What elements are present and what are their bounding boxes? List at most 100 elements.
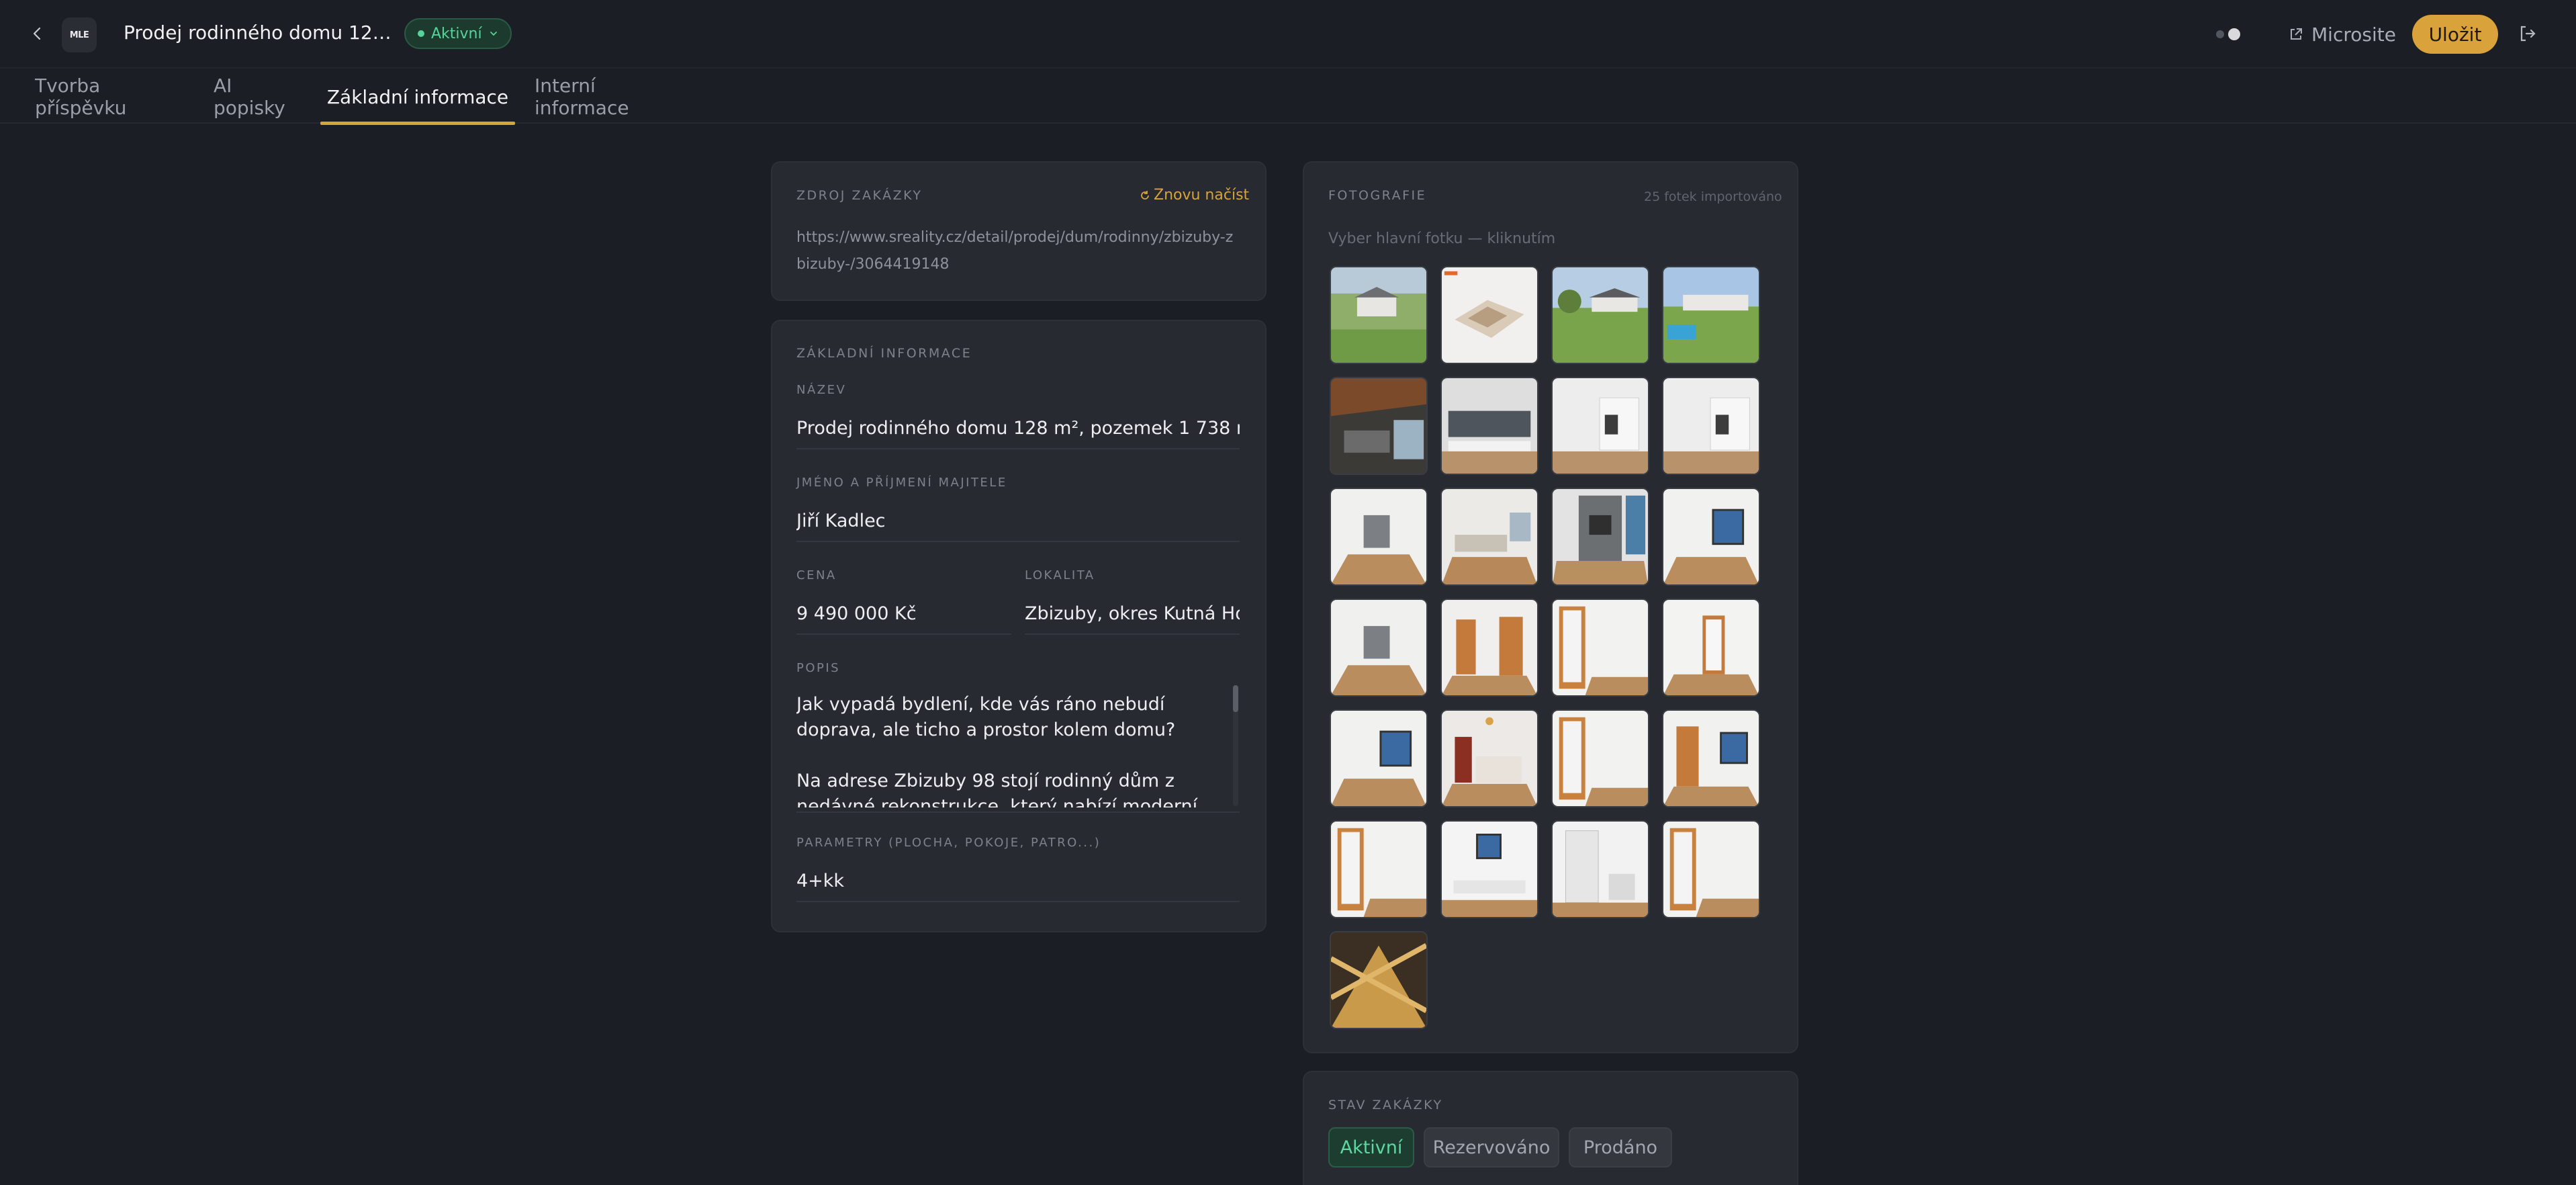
- status-option-rezervovano[interactable]: Rezervováno: [1424, 1127, 1559, 1168]
- photo-image: [1663, 267, 1759, 363]
- theme-knob-icon: [2228, 28, 2240, 40]
- photo-image: [1663, 378, 1759, 474]
- reload-label: Znovu načíst: [1154, 187, 1250, 204]
- theme-dot-icon: [2216, 30, 2224, 38]
- photo-thumbnail[interactable]: [1330, 266, 1428, 364]
- photo-image: [1442, 600, 1537, 695]
- photo-thumbnail[interactable]: [1440, 820, 1538, 918]
- photo-thumbnail[interactable]: [1330, 488, 1428, 586]
- photo-image: [1442, 489, 1537, 584]
- photo-thumbnail[interactable]: [1551, 266, 1649, 364]
- photo-image: [1663, 822, 1759, 917]
- photo-thumbnail[interactable]: [1330, 709, 1428, 807]
- photo-image: [1663, 711, 1759, 806]
- refresh-icon: [1141, 190, 1149, 200]
- microsite-button[interactable]: Microsite: [2289, 19, 2396, 50]
- page-title: Prodej rodinného domu 128 m², ...: [124, 21, 392, 44]
- tab-zakladni-informace[interactable]: Základní informace: [320, 70, 515, 125]
- locality-label: LOKALITA: [1025, 568, 1095, 582]
- status-label: Aktivní: [431, 25, 482, 42]
- basic-section-label: ZÁKLADNÍ INFORMACE: [796, 346, 972, 361]
- photo-image: [1331, 378, 1426, 474]
- params-field[interactable]: 4+kk: [796, 871, 1240, 902]
- photo-thumbnail[interactable]: [1551, 820, 1649, 918]
- photo-image: [1553, 267, 1648, 363]
- reload-button[interactable]: Znovu načíst: [1139, 187, 1249, 204]
- description-textarea[interactable]: Jak vypadá bydlení, kde vás ráno nebudí …: [796, 692, 1229, 807]
- photo-image: [1553, 600, 1648, 695]
- photos-section-label: FOTOGRAFIE: [1328, 188, 1427, 203]
- photo-image: [1553, 489, 1648, 584]
- top-bar: MLE Prodej rodinného domu 128 m², ... Ak…: [0, 0, 2576, 69]
- status-option-aktivni[interactable]: Aktivní: [1328, 1127, 1414, 1168]
- photo-thumbnail[interactable]: [1440, 377, 1538, 475]
- photo-thumbnail[interactable]: [1662, 599, 1760, 697]
- photo-image: [1442, 822, 1537, 917]
- owner-field[interactable]: Jiří Kadlec: [796, 511, 1240, 542]
- tab-tvorba-prispevku[interactable]: Tvorba příspěvku: [35, 70, 177, 124]
- photo-hint: Vyber hlavní fotku — kliknutím: [1328, 230, 1556, 247]
- tab-bar: Tvorba příspěvku AI popisky Základní inf…: [0, 70, 2576, 125]
- photo-grid: [1330, 266, 1760, 1029]
- photo-thumbnail[interactable]: [1440, 488, 1538, 586]
- name-field[interactable]: Prodej rodinného domu 128 m², pozemek 1 …: [796, 418, 1240, 449]
- tab-interni-informace[interactable]: Interní informace: [535, 70, 674, 124]
- status-section-label: STAV ZAKÁZKY: [1328, 1098, 1443, 1112]
- external-link-icon: [2291, 28, 2302, 40]
- source-section-label: ZDROJ ZAKÁZKY: [796, 188, 923, 203]
- photo-image: [1553, 378, 1648, 474]
- photo-image: [1553, 711, 1648, 806]
- photo-thumbnail[interactable]: [1330, 931, 1428, 1029]
- photo-image: [1331, 822, 1426, 917]
- status-dropdown[interactable]: Aktivní: [404, 18, 512, 49]
- source-url[interactable]: https://www.sreality.cz/detail/prodej/du…: [796, 224, 1240, 278]
- photo-thumbnail[interactable]: [1551, 488, 1649, 586]
- photo-image: [1331, 711, 1426, 806]
- photo-thumbnail[interactable]: [1662, 377, 1760, 475]
- back-button[interactable]: [23, 19, 52, 48]
- logout-icon: [2520, 26, 2536, 42]
- chevron-down-icon: [490, 32, 497, 36]
- photo-thumbnail[interactable]: [1330, 377, 1428, 475]
- photo-thumbnail[interactable]: [1551, 377, 1649, 475]
- photo-thumbnail[interactable]: [1662, 488, 1760, 586]
- photo-thumbnail[interactable]: [1440, 599, 1538, 697]
- photo-thumbnail[interactable]: [1662, 266, 1760, 364]
- price-field[interactable]: 9 490 000 Kč: [796, 603, 1011, 635]
- photo-image: [1331, 267, 1426, 363]
- params-label: PARAMETRY (PLOCHA, POKOJE, PATRO...): [796, 836, 1101, 850]
- company-logo: MLE: [62, 17, 97, 52]
- photo-image: [1442, 267, 1537, 363]
- photo-count: 25 fotek importováno: [1644, 189, 1782, 204]
- photo-thumbnail[interactable]: [1662, 709, 1760, 807]
- photo-image: [1331, 600, 1426, 695]
- back-arrow-icon: [33, 27, 41, 40]
- tab-ai-popisky[interactable]: AI popisky: [214, 70, 302, 124]
- price-label: CENA: [796, 568, 837, 582]
- logout-button[interactable]: [2514, 20, 2541, 47]
- photo-thumbnail[interactable]: [1440, 709, 1538, 807]
- photo-image: [1663, 600, 1759, 695]
- photo-image: [1663, 489, 1759, 584]
- status-dot-icon: [418, 30, 424, 37]
- photo-thumbnail[interactable]: [1551, 599, 1649, 697]
- photo-image: [1553, 822, 1648, 917]
- photo-thumbnail[interactable]: [1662, 820, 1760, 918]
- save-button[interactable]: Uložit: [2412, 15, 2498, 54]
- scrollbar-thumb[interactable]: [1233, 685, 1238, 712]
- locality-field[interactable]: Zbizuby, okres Kutná Hora: [1025, 603, 1240, 635]
- photo-thumbnail[interactable]: [1551, 709, 1649, 807]
- owner-label: JMÉNO A PŘÍJMENÍ MAJITELE: [796, 476, 1007, 490]
- description-underline: [796, 811, 1240, 813]
- status-option-prodano[interactable]: Prodáno: [1569, 1127, 1672, 1168]
- photo-thumbnail[interactable]: [1330, 820, 1428, 918]
- name-label: NÁZEV: [796, 383, 847, 397]
- description-label: POPIS: [796, 661, 841, 675]
- photo-thumbnail[interactable]: [1440, 266, 1538, 364]
- photo-thumbnail[interactable]: [1330, 599, 1428, 697]
- theme-toggle[interactable]: [2216, 24, 2250, 44]
- description-scrollbar[interactable]: [1233, 685, 1238, 806]
- photo-image: [1331, 932, 1426, 1028]
- photo-image: [1442, 378, 1537, 474]
- microsite-label: Microsite: [2311, 23, 2396, 46]
